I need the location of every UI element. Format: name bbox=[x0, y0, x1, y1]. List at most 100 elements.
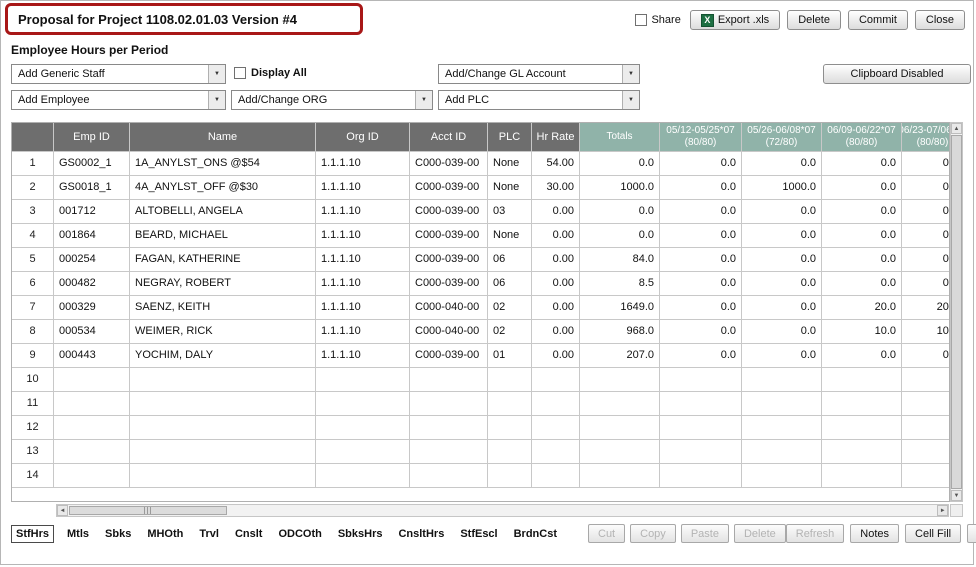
grid-cell[interactable]: 84.0 bbox=[580, 248, 660, 272]
grid-cell[interactable] bbox=[742, 416, 822, 440]
grid-cell[interactable] bbox=[130, 392, 316, 416]
column-header-emp-id[interactable]: Emp ID bbox=[54, 123, 130, 152]
grid-cell[interactable]: 1.1.1.10 bbox=[316, 344, 410, 368]
grid-cell[interactable]: 0.0 bbox=[660, 344, 742, 368]
grid-cell[interactable]: 1.1.1.10 bbox=[316, 152, 410, 176]
grid-cell[interactable]: 0.0 bbox=[822, 224, 902, 248]
grid-cell[interactable]: 0.0 bbox=[902, 272, 950, 296]
sheet-tab-stfhrs[interactable]: StfHrs bbox=[11, 525, 54, 543]
grid-cell[interactable] bbox=[54, 392, 130, 416]
grid-cell[interactable]: C000-039-00 bbox=[410, 344, 488, 368]
grid-cell[interactable] bbox=[580, 464, 660, 488]
grid-cell[interactable]: 000329 bbox=[54, 296, 130, 320]
grid-cell[interactable]: 0.0 bbox=[580, 224, 660, 248]
sheet-tab-sbkshrs[interactable]: SbksHrs bbox=[335, 525, 386, 543]
grid-cell[interactable]: C000-039-00 bbox=[410, 248, 488, 272]
grid-cell[interactable]: C000-040-00 bbox=[410, 320, 488, 344]
copy-button[interactable]: Copy bbox=[630, 524, 676, 543]
display-all-checkbox[interactable] bbox=[234, 67, 246, 79]
grid-cell[interactable]: 06 bbox=[488, 248, 532, 272]
grid-cell[interactable] bbox=[822, 416, 902, 440]
grid-cell[interactable]: 0.0 bbox=[742, 224, 822, 248]
grid-cell[interactable] bbox=[488, 368, 532, 392]
grid-cell[interactable] bbox=[488, 440, 532, 464]
grid-cell[interactable]: 0.0 bbox=[660, 176, 742, 200]
commit-button[interactable]: Commit bbox=[848, 10, 908, 30]
grid-cell[interactable]: 0.00 bbox=[532, 248, 580, 272]
grid-cell[interactable]: 20.0 bbox=[822, 296, 902, 320]
grid-cell[interactable]: 0.00 bbox=[532, 224, 580, 248]
refresh-button[interactable]: Refresh bbox=[786, 524, 845, 543]
grid-cell[interactable] bbox=[902, 368, 950, 392]
grid-cell[interactable]: 0.0 bbox=[902, 344, 950, 368]
sheet-tab-trvl[interactable]: Trvl bbox=[196, 525, 222, 543]
grid-cell[interactable]: C000-039-00 bbox=[410, 152, 488, 176]
grid-cell[interactable]: 0.0 bbox=[660, 320, 742, 344]
grid-cell[interactable]: 20.0 bbox=[902, 296, 950, 320]
notes-button[interactable]: Notes bbox=[850, 524, 899, 543]
column-header-05-12-05-25-07[interactable]: 05/12-05/25*07(80/80) bbox=[660, 123, 742, 152]
grid-cell[interactable] bbox=[316, 392, 410, 416]
grid-cell[interactable] bbox=[488, 416, 532, 440]
grid-cell[interactable]: 4A_ANYLST_OFF @$30 bbox=[130, 176, 316, 200]
grid-cell[interactable]: 0.0 bbox=[660, 272, 742, 296]
sheet-tab-mhoth[interactable]: MHOth bbox=[144, 525, 186, 543]
grid-cell[interactable]: 1.1.1.10 bbox=[316, 320, 410, 344]
column-header-acct-id[interactable]: Acct ID bbox=[410, 123, 488, 152]
grid-cell[interactable]: 1000.0 bbox=[742, 176, 822, 200]
grid-cell[interactable]: 000443 bbox=[54, 344, 130, 368]
grid-cell[interactable]: C000-039-00 bbox=[410, 272, 488, 296]
grid-cell[interactable]: 0.0 bbox=[902, 248, 950, 272]
grid-cell[interactable] bbox=[410, 392, 488, 416]
hscroll-thumb[interactable] bbox=[69, 506, 227, 515]
grid-cell[interactable] bbox=[580, 368, 660, 392]
grid-cell[interactable]: 0.0 bbox=[660, 200, 742, 224]
grid-cell[interactable]: 01 bbox=[488, 344, 532, 368]
grid-cell[interactable] bbox=[742, 440, 822, 464]
grid-cell[interactable] bbox=[660, 440, 742, 464]
grid-cell[interactable]: 1A_ANYLST_ONS @$54 bbox=[130, 152, 316, 176]
cell-fill-button[interactable]: Cell Fill bbox=[905, 524, 961, 543]
grid-cell[interactable]: 0.00 bbox=[532, 296, 580, 320]
cut-button[interactable]: Cut bbox=[588, 524, 625, 543]
grid-cell[interactable]: 0.0 bbox=[822, 272, 902, 296]
grid-cell[interactable]: 54.00 bbox=[532, 152, 580, 176]
sheet-tab-cnslthrs[interactable]: CnsltHrs bbox=[395, 525, 447, 543]
grid-cell[interactable] bbox=[54, 440, 130, 464]
grid-cell[interactable] bbox=[742, 368, 822, 392]
grid-cell[interactable]: 0.00 bbox=[532, 320, 580, 344]
grid-cell[interactable]: 0.0 bbox=[742, 200, 822, 224]
grid-cell[interactable]: 1649.0 bbox=[580, 296, 660, 320]
column-header-06-09-06-22-07[interactable]: 06/09-06/22*07(80/80) bbox=[822, 123, 902, 152]
grid-cell[interactable]: 000534 bbox=[54, 320, 130, 344]
delete-proposal-button[interactable]: Delete bbox=[787, 10, 841, 30]
column-header-totals[interactable]: Totals bbox=[580, 123, 660, 152]
grid-cell[interactable]: 0.0 bbox=[660, 248, 742, 272]
grid-cell[interactable] bbox=[410, 464, 488, 488]
grid-cell[interactable]: None bbox=[488, 152, 532, 176]
grid-cell[interactable] bbox=[316, 464, 410, 488]
display-all-checkbox-wrap[interactable]: Display All bbox=[234, 67, 307, 79]
column-header-06-23-07-06-07[interactable]: 06/23-07/06*07(80/80) bbox=[902, 123, 950, 152]
grid-cell[interactable]: GS0002_1 bbox=[54, 152, 130, 176]
row-number-header[interactable] bbox=[12, 123, 54, 152]
grid-cell[interactable]: 0.0 bbox=[742, 248, 822, 272]
grid-cell[interactable]: 0.0 bbox=[822, 200, 902, 224]
grid-cell[interactable] bbox=[488, 464, 532, 488]
grid-cell[interactable] bbox=[822, 440, 902, 464]
grid-cell[interactable]: None bbox=[488, 224, 532, 248]
grid-cell[interactable]: 30.00 bbox=[532, 176, 580, 200]
grid-cell[interactable]: NEGRAY, ROBERT bbox=[130, 272, 316, 296]
grid-cell[interactable]: 0.0 bbox=[822, 248, 902, 272]
add-change-gl-account-dropdown[interactable]: Add/Change GL Account ▼ bbox=[438, 64, 640, 84]
col-fill-button[interactable]: Col Fill bbox=[967, 524, 976, 543]
grid-cell[interactable]: 0.0 bbox=[742, 344, 822, 368]
grid-cell[interactable] bbox=[822, 392, 902, 416]
grid-cell[interactable] bbox=[532, 464, 580, 488]
grid-cell[interactable] bbox=[742, 392, 822, 416]
paste-button[interactable]: Paste bbox=[681, 524, 729, 543]
grid-cell[interactable] bbox=[488, 392, 532, 416]
grid-cell[interactable]: 0.0 bbox=[822, 152, 902, 176]
grid-cell[interactable] bbox=[410, 440, 488, 464]
grid-cell[interactable]: GS0018_1 bbox=[54, 176, 130, 200]
